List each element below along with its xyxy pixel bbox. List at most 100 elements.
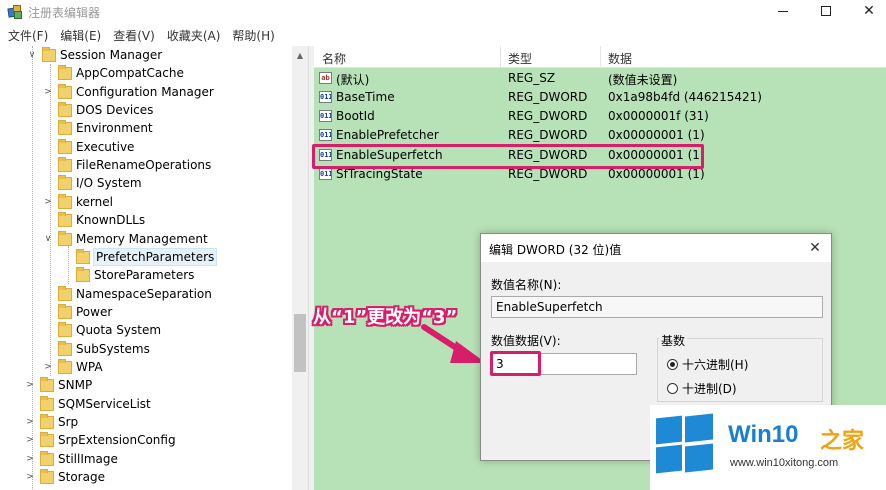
chevron-right-icon[interactable]: > — [44, 193, 52, 211]
tree-item-label: SQMServiceList — [58, 397, 151, 411]
folder-icon — [42, 46, 56, 62]
radio-button-icon[interactable] — [667, 383, 678, 394]
tree-item-prefetchparameters[interactable]: PrefetchParameters — [76, 248, 218, 266]
menu-view[interactable]: 查看(V) — [105, 27, 159, 44]
radio-button-checked-icon[interactable] — [667, 359, 678, 370]
chevron-right-icon[interactable]: > — [26, 413, 34, 431]
tree-item-dos-devices[interactable]: DOS Devices — [58, 101, 153, 119]
tree-item-wpa[interactable]: > WPA — [44, 358, 103, 376]
tree-item-knowndlls[interactable]: KnownDLLs — [58, 211, 145, 229]
value-name: BaseTime — [336, 90, 395, 104]
tree-item-label: I/O System — [76, 176, 142, 190]
menu-help[interactable]: 帮助(H) — [224, 27, 278, 44]
tree-item-memory-management[interactable]: ∨ Memory Management — [44, 230, 208, 248]
folder-icon — [76, 248, 90, 264]
tree-item-srpextensionconfig[interactable]: > SrpExtensionConfig — [26, 431, 176, 449]
folder-icon — [40, 413, 54, 429]
tree-item-storeparameters[interactable]: StoreParameters — [76, 266, 194, 284]
column-header-name[interactable]: 名称 — [322, 50, 346, 67]
tree-item-label: NamespaceSeparation — [76, 287, 212, 301]
registry-tree[interactable]: ∨ Session Manager AppCompatCache > Confi… — [0, 46, 308, 490]
value-type: REG_DWORD — [508, 167, 588, 181]
tree-item-io-system[interactable]: I/O System — [58, 174, 142, 192]
value-data: 0x00000001 (1) — [608, 128, 705, 142]
tree-item-label: Configuration Manager — [76, 85, 214, 99]
folder-icon — [58, 285, 72, 301]
tree-scrollbar[interactable]: ▲ — [292, 46, 308, 490]
value-row-enableprefetcher[interactable]: 011 EnablePrefetcher REG_DWORD 0x0000000… — [314, 126, 886, 145]
tree-item-appcompatcache[interactable]: AppCompatCache — [58, 64, 184, 82]
column-divider[interactable] — [500, 46, 501, 68]
folder-icon — [58, 101, 72, 117]
maximize-icon — [821, 6, 831, 16]
chevron-right-icon[interactable]: > — [26, 450, 34, 468]
value-data-highlight — [490, 351, 541, 376]
radio-dec-label: 十进制(D) — [682, 382, 737, 396]
close-button[interactable]: ✕ — [846, 0, 886, 22]
tree-item-label: Session Manager — [60, 48, 163, 62]
maximize-button[interactable] — [803, 0, 849, 22]
watermark-url: www.win10xitong.com — [730, 457, 839, 469]
column-divider[interactable] — [600, 46, 601, 68]
tree-item-label: Memory Management — [76, 232, 208, 246]
tree-item-subsystems[interactable]: SubSystems — [58, 340, 150, 358]
value-type: REG_DWORD — [508, 128, 588, 142]
binary-value-icon: 011 — [319, 91, 332, 103]
scroll-thumb[interactable] — [294, 314, 306, 372]
close-icon: ✕ — [809, 240, 821, 256]
value-row-default[interactable]: ab (默认) REG_SZ (数值未设置) — [314, 69, 886, 88]
chevron-right-icon[interactable]: > — [26, 431, 34, 449]
folder-icon — [58, 193, 72, 209]
regedit-app-icon — [7, 5, 22, 19]
tree-item-sqmservicelist[interactable]: SQMServiceList — [40, 395, 151, 413]
tree-item-configuration-manager[interactable]: > Configuration Manager — [44, 83, 214, 101]
chevron-down-icon[interactable]: ∨ — [44, 230, 52, 248]
tree-item-srp[interactable]: > Srp — [26, 413, 78, 431]
tree-item-namespaceseparation[interactable]: NamespaceSeparation — [58, 285, 212, 303]
folder-icon — [58, 230, 72, 246]
folder-icon — [40, 395, 54, 411]
enablesuperfetch-highlight — [312, 144, 704, 169]
base-label: 基数 — [659, 332, 688, 349]
tree-item-power[interactable]: Power — [58, 303, 112, 321]
value-row-basetime[interactable]: 011 BaseTime REG_DWORD 0x1a98b4fd (44621… — [314, 88, 886, 107]
tree-item-label: WPA — [76, 360, 103, 374]
tree-item-storage[interactable]: > Storage — [26, 468, 105, 486]
tree-item-quota-system[interactable]: Quota System — [58, 321, 161, 339]
tree-item-environment[interactable]: Environment — [58, 119, 153, 137]
watermark-brand: Win10 — [728, 421, 799, 448]
folder-icon — [58, 138, 72, 154]
chevron-right-icon[interactable]: > — [44, 358, 52, 376]
tree-item-snmp[interactable]: > SNMP — [26, 376, 92, 394]
chevron-down-icon[interactable]: ∨ — [28, 46, 36, 64]
tree-item-kernel[interactable]: > kernel — [44, 193, 113, 211]
radio-hex[interactable]: 十六进制(H) — [667, 356, 748, 373]
column-header-data[interactable]: 数据 — [608, 50, 632, 67]
value-name-field[interactable] — [491, 296, 823, 318]
window-title: 注册表编辑器 — [28, 5, 101, 20]
menu-edit[interactable]: 编辑(E) — [52, 27, 105, 44]
tree-item-label: SubSystems — [76, 342, 150, 356]
tree-item-stillimage[interactable]: > StillImage — [26, 450, 118, 468]
minimize-button[interactable] — [760, 0, 806, 22]
chevron-right-icon[interactable]: > — [26, 376, 34, 394]
chevron-right-icon[interactable]: > — [26, 468, 34, 486]
menu-favorites[interactable]: 收藏夹(A) — [159, 27, 225, 44]
tree-item-executive[interactable]: Executive — [58, 138, 134, 156]
tree-item-label: Power — [76, 305, 113, 319]
tree-item-label: SNMP — [58, 378, 93, 392]
scroll-up-arrow-icon[interactable]: ▲ — [292, 48, 308, 62]
radio-dec[interactable]: 十进制(D) — [667, 380, 737, 397]
value-row-bootid[interactable]: 011 BootId REG_DWORD 0x0000001f (31) — [314, 107, 886, 126]
value-name: EnablePrefetcher — [336, 128, 439, 142]
tree-item-filerenameoperations[interactable]: FileRenameOperations — [58, 156, 211, 174]
tree-item-label: StoreParameters — [94, 268, 195, 282]
value-data: 0x1a98b4fd (446215421) — [608, 90, 762, 104]
tree-item-session-manager[interactable]: ∨ Session Manager — [28, 46, 162, 64]
folder-icon — [40, 376, 54, 392]
folder-icon — [76, 266, 90, 282]
dialog-close-button[interactable]: ✕ — [805, 238, 825, 258]
column-header-type[interactable]: 类型 — [508, 50, 532, 67]
chevron-right-icon[interactable]: > — [44, 83, 52, 101]
menu-file[interactable]: 文件(F) — [0, 27, 52, 44]
